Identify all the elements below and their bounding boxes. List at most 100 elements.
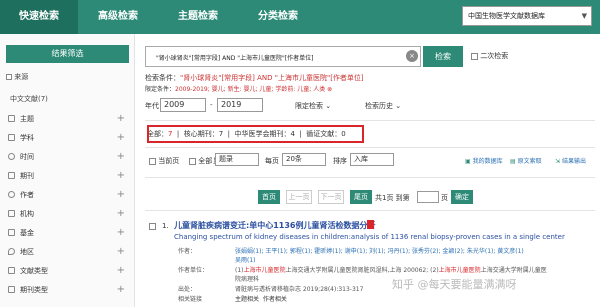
display-value: 题录: [219, 155, 233, 163]
search-button[interactable]: 检索: [423, 46, 463, 67]
tab-quick-search[interactable]: 快速检索: [0, 0, 78, 34]
topic-icon: [8, 115, 15, 122]
search-history-label: 检索历史: [365, 102, 393, 110]
source-facet-label: 来源: [14, 73, 29, 81]
clear-icon[interactable]: ×: [406, 50, 418, 62]
record-org: (1)上海市儿童医院上海交通大学附属儿童医院肾脏风湿科,上海 200062; (…: [235, 265, 595, 274]
record-title-en: Changing spectrum of kidney diseases in …: [174, 233, 565, 241]
topic-related-link[interactable]: 主题相关: [235, 296, 259, 303]
expand-icon[interactable]: +: [117, 207, 125, 221]
first-page-button[interactable]: 首页: [258, 190, 280, 204]
related-links: 主题相关 作者相关: [235, 294, 595, 303]
org-highlight: 上海市儿童医院: [438, 267, 481, 274]
expand-icon[interactable]: +: [117, 169, 125, 183]
limit-text: 2009-2019; 婴儿; 新生: 婴儿; 儿童; 学龄前: 儿童; 人类: [175, 86, 326, 93]
facet-label: 地区: [20, 248, 34, 256]
expand-icon[interactable]: +: [117, 131, 125, 145]
facet-label: 时间: [20, 153, 34, 161]
last-page-button[interactable]: 尾页: [350, 190, 372, 204]
expand-icon[interactable]: +: [117, 188, 125, 202]
person-icon: [8, 191, 15, 198]
facet-journal[interactable]: 期刊 +: [6, 169, 129, 183]
divider: [145, 177, 595, 178]
checkbox-icon: [149, 222, 156, 230]
org-mid: 上海交通大学附属儿童医院肾脏风湿科,上海 200062; (2): [285, 267, 439, 274]
source-toggle-icon: [6, 74, 12, 80]
expand-icon[interactable]: +: [117, 264, 125, 278]
facet-journal-type[interactable]: 期刊类型 +: [6, 283, 129, 297]
display-select[interactable]: 题录: [215, 153, 259, 166]
source-chinese-literature[interactable]: 中文文献(7): [10, 94, 48, 104]
search-condition: 检索条件："肾小球肾炎"[常用字段] AND "上海市儿童医院"[作者单位]: [145, 73, 364, 83]
total-pages-text: 共1页 到第: [375, 194, 410, 202]
record-authors-extra[interactable]: 吴雨(1): [235, 255, 595, 264]
facet-time[interactable]: 时间 +: [6, 150, 129, 164]
expand-icon[interactable]: +: [117, 283, 125, 297]
checkbox-icon: [471, 52, 478, 60]
raw-request-link[interactable]: ▤ 原文索取: [510, 156, 542, 165]
year-to-value: 2019: [221, 100, 242, 109]
facet-subject[interactable]: 学科 +: [6, 131, 129, 145]
tab-advanced-search[interactable]: 高级检索: [78, 0, 158, 34]
database-select[interactable]: 中国生物医学文献数据库 ▼: [462, 6, 592, 26]
org-pre: (1): [235, 267, 244, 274]
per-page-value: 20条: [286, 155, 302, 163]
main-content: "肾小球肾炎"[常用字段] AND "上海市儿童医院"[作者单位] × 检索 二…: [135, 34, 600, 307]
condition-prefix: 检索条件：: [145, 74, 180, 82]
confirm-page-button[interactable]: 确定: [451, 190, 473, 204]
facet-fund[interactable]: 基金 +: [6, 226, 129, 240]
limit-condition: 限定条件：2009-2019; 婴儿; 新生: 婴儿; 儿童; 学龄前: 儿童;…: [145, 84, 332, 93]
current-page-label: 当前页: [158, 157, 180, 165]
expand-icon[interactable]: +: [117, 112, 125, 126]
remove-limit-icon[interactable]: ⊗: [327, 86, 332, 93]
facet-institution[interactable]: 机构 +: [6, 207, 129, 221]
chevron-down-icon: ⌄: [325, 102, 332, 110]
divider: [145, 120, 595, 121]
author-related-link[interactable]: 作者相关: [263, 296, 287, 303]
search-input[interactable]: "肾小球肾炎"[常用字段] AND "上海市儿童医院"[作者单位]: [145, 46, 421, 67]
tab-topic-search[interactable]: 主题检索: [158, 0, 238, 34]
document-icon: ▤: [510, 158, 516, 165]
org-post: 上海交通大学附属儿童医: [480, 267, 547, 274]
fund-icon: [8, 229, 15, 236]
expand-icon[interactable]: +: [117, 150, 125, 164]
export-icon: ⇲: [555, 158, 561, 165]
facet-author[interactable]: 作者 +: [6, 188, 129, 202]
year-to-select[interactable]: 2019: [217, 98, 263, 112]
year-from-select[interactable]: 2009: [160, 98, 206, 112]
limit-search-dropdown[interactable]: 限定检索 ⌄: [295, 101, 331, 111]
search-history-dropdown[interactable]: 检索历史 ⌄: [365, 101, 401, 111]
source-facet[interactable]: 来源: [6, 72, 28, 82]
map-pin-icon: [8, 248, 15, 255]
facet-label: 机构: [20, 210, 34, 218]
source-label: 出处：: [178, 286, 197, 293]
record-checkbox[interactable]: [149, 222, 156, 230]
per-page-select[interactable]: 20条: [282, 153, 326, 166]
expand-icon[interactable]: +: [117, 245, 125, 259]
pdf-icon[interactable]: [367, 220, 374, 229]
checkbox-icon: [149, 157, 156, 165]
prev-page-button[interactable]: 上一页: [286, 190, 312, 204]
year-separator: -: [210, 101, 213, 109]
my-database-label: 我的数据库: [472, 158, 503, 165]
result-export-link[interactable]: ⇲ 结果输出: [555, 156, 586, 165]
chevron-down-icon: ▼: [581, 12, 587, 20]
record-authors[interactable]: 张娟娟(1); 王平(1); 郭程(1); 霍昕婷(1); 谢申(1); 刘(1…: [235, 246, 595, 255]
facet-region[interactable]: 地区 +: [6, 245, 129, 259]
org-highlight: 上海市儿童医院: [243, 267, 286, 274]
my-database-link[interactable]: ▣ 我的数据库: [465, 156, 503, 165]
next-page-button[interactable]: 下一页: [318, 190, 344, 204]
facet-topic[interactable]: 主题 +: [6, 112, 129, 126]
expand-icon[interactable]: +: [117, 226, 125, 240]
limit-search-label: 限定检索: [295, 102, 323, 110]
sort-select[interactable]: 入库: [350, 153, 394, 166]
record-index: 1.: [162, 222, 169, 230]
tab-category-search[interactable]: 分类检索: [238, 0, 318, 34]
current-page-checkbox[interactable]: 当前页: [149, 156, 179, 166]
top-nav: 快速检索 高级检索 主题检索 分类检索 中国生物医学文献数据库 ▼: [0, 0, 600, 34]
secondary-search-checkbox[interactable]: 二次检索: [471, 51, 508, 61]
page-jump-input[interactable]: [417, 191, 439, 203]
condition-text: "肾小球肾炎"[常用字段] AND "上海市儿童医院"[作者单位]: [180, 74, 364, 82]
facet-doc-type[interactable]: 文献类型 +: [6, 264, 129, 278]
record-title[interactable]: 儿童肾脏疾病谱变迁:单中心1136例儿童肾活检数据分析: [174, 220, 375, 231]
